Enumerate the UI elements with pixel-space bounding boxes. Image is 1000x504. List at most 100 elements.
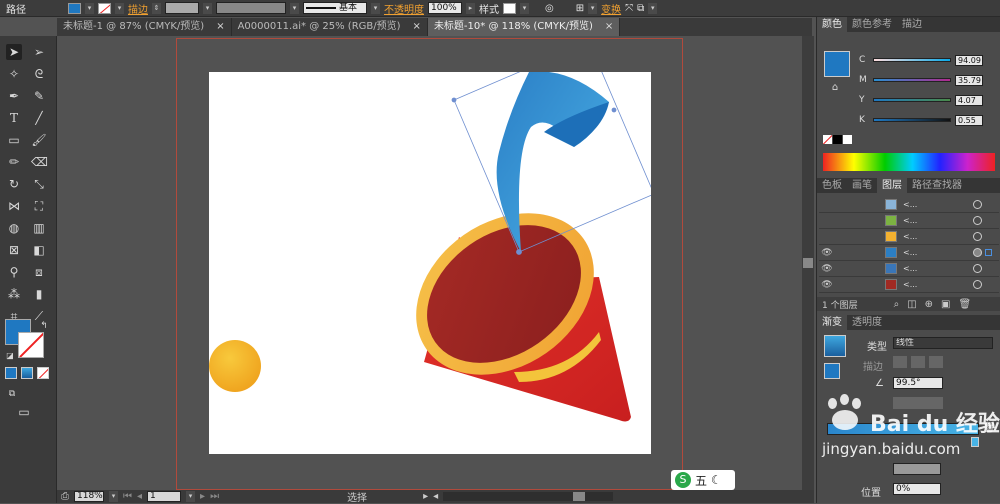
paintbrush-tool-icon[interactable]: 🖌 bbox=[31, 132, 47, 148]
chart-tool-icon[interactable]: ▥ bbox=[31, 220, 47, 236]
eye-icon[interactable]: 👁 bbox=[819, 264, 835, 274]
tab-stroke[interactable]: 描边 bbox=[897, 17, 927, 32]
stroke-weight-dropdown-icon[interactable]: ▾ bbox=[203, 2, 212, 14]
layer-row[interactable]: 👁 <... bbox=[819, 277, 999, 293]
variable-width-dropdown-icon[interactable]: ▾ bbox=[290, 2, 299, 14]
cyan-value-field[interactable]: 94.09 bbox=[955, 54, 983, 66]
transform-icon[interactable]: ⤧ bbox=[625, 3, 633, 14]
eyedropper-tool-icon[interactable]: ⚲ bbox=[6, 264, 22, 280]
out-of-gamut-icon[interactable]: ⌂ bbox=[827, 80, 843, 96]
status-menu-icon[interactable]: ▸ bbox=[423, 491, 428, 502]
gradient-tool-icon[interactable]: ◧ bbox=[31, 242, 47, 258]
opacity-field[interactable]: 100% bbox=[428, 2, 462, 14]
previous-artboard-icon[interactable]: ◂ bbox=[137, 491, 142, 502]
scale-tool-icon[interactable]: ⤡ bbox=[31, 176, 47, 192]
zoom-dropdown-icon[interactable]: ▾ bbox=[109, 491, 118, 502]
gradient-slider[interactable] bbox=[827, 423, 979, 435]
new-layer-icon[interactable]: ▣ bbox=[941, 299, 950, 310]
tab-gradient[interactable]: 渐变 bbox=[817, 315, 847, 330]
opacity-stop-field[interactable] bbox=[893, 463, 941, 475]
layer-row[interactable]: 👁 <... bbox=[819, 261, 999, 277]
stroke-gradient-along[interactable] bbox=[911, 356, 925, 368]
gradient-stop[interactable] bbox=[971, 437, 979, 447]
stroke-label[interactable]: 描边 bbox=[128, 1, 148, 16]
mesh-tool-icon[interactable]: ⊠ bbox=[6, 242, 22, 258]
document-tab-2[interactable]: A0000011.ai* @ 25% (RGB/预览) × bbox=[232, 18, 428, 36]
target-icon[interactable] bbox=[973, 280, 982, 289]
tab-color-guide[interactable]: 颜色参考 bbox=[847, 17, 897, 32]
line-tool-icon[interactable]: ╱ bbox=[31, 110, 47, 126]
document-info-icon[interactable]: ⎙ bbox=[61, 491, 69, 502]
column-graph-tool-icon[interactable]: ▮ bbox=[31, 286, 47, 302]
tab-swatches[interactable]: 色板 bbox=[817, 178, 847, 193]
eye-icon[interactable]: 👁 bbox=[819, 248, 835, 258]
aspect-ratio-field[interactable] bbox=[893, 397, 943, 409]
artboard-dropdown-icon[interactable]: ▾ bbox=[186, 491, 196, 502]
delete-stop-icon[interactable]: 🗑 bbox=[983, 423, 996, 434]
position-field[interactable]: 0% bbox=[893, 483, 941, 495]
layer-row[interactable]: <... bbox=[819, 229, 999, 245]
opacity-label[interactable]: 不透明度 bbox=[384, 1, 424, 16]
rectangle-tool-icon[interactable]: ▭ bbox=[6, 132, 22, 148]
stroke-weight-field[interactable] bbox=[165, 2, 199, 14]
screen-mode-icon[interactable]: ▭ bbox=[16, 404, 32, 420]
ime-indicator[interactable]: S 五 ☾ bbox=[671, 470, 735, 490]
scroll-left-icon[interactable]: ◂ bbox=[433, 491, 438, 502]
target-icon[interactable] bbox=[973, 264, 982, 273]
curvature-tool-icon[interactable]: ✎ bbox=[31, 88, 47, 104]
recolor-icon[interactable]: ◎ bbox=[545, 3, 554, 14]
style-swatch[interactable] bbox=[503, 2, 516, 14]
style-dropdown-icon[interactable]: ▾ bbox=[520, 2, 529, 14]
gradient-angle-field[interactable]: 99.5° bbox=[893, 377, 943, 389]
magic-wand-tool-icon[interactable]: ✧ bbox=[6, 66, 22, 82]
rotate-tool-icon[interactable]: ↻ bbox=[6, 176, 22, 192]
layer-row[interactable]: <... bbox=[819, 213, 999, 229]
swap-colors-icon[interactable]: ↰ bbox=[36, 318, 52, 334]
target-icon[interactable] bbox=[973, 216, 982, 225]
target-icon[interactable] bbox=[973, 200, 982, 209]
color-spectrum[interactable] bbox=[823, 153, 995, 171]
black-slider[interactable] bbox=[873, 118, 951, 122]
white-swatch[interactable] bbox=[843, 135, 852, 144]
horizontal-scrollbar[interactable] bbox=[443, 492, 614, 501]
stroke-weight-stepper[interactable]: ⇕ bbox=[152, 2, 161, 14]
symbol-sprayer-tool-icon[interactable]: ⁂ bbox=[6, 286, 22, 302]
color-mode-button[interactable] bbox=[5, 367, 17, 379]
black-swatch[interactable] bbox=[833, 135, 842, 144]
arrange-dropdown-icon[interactable]: ▾ bbox=[648, 2, 658, 14]
pen-tool-icon[interactable]: ✒ bbox=[6, 88, 22, 104]
close-icon[interactable]: × bbox=[605, 18, 613, 36]
type-tool-icon[interactable]: T bbox=[6, 110, 22, 126]
delete-layer-icon[interactable]: 🗑 bbox=[959, 299, 972, 310]
close-icon[interactable]: × bbox=[216, 18, 224, 36]
color-panel-fill-swatch[interactable] bbox=[824, 51, 850, 77]
first-artboard-icon[interactable]: ⏮ bbox=[123, 491, 132, 502]
target-icon[interactable] bbox=[973, 232, 982, 241]
stroke-gradient-across[interactable] bbox=[929, 356, 943, 368]
fill-swatch[interactable] bbox=[68, 2, 81, 14]
align-icon[interactable]: ⊞ bbox=[576, 3, 584, 14]
stroke-dropdown-icon[interactable]: ▾ bbox=[115, 2, 124, 14]
tab-transparency[interactable]: 透明度 bbox=[847, 315, 887, 330]
locate-object-icon[interactable]: ⌕ bbox=[894, 299, 900, 310]
arrange-icon[interactable]: ⧉ bbox=[637, 3, 644, 14]
black-value-field[interactable]: 0.55 bbox=[955, 114, 983, 126]
tab-brushes[interactable]: 画笔 bbox=[847, 178, 877, 193]
artboard-number-field[interactable]: 1 bbox=[147, 491, 182, 502]
stroke-profile-field[interactable]: 基本 bbox=[303, 2, 367, 14]
magenta-slider[interactable] bbox=[873, 78, 951, 82]
selection-tool-icon[interactable]: ➤ bbox=[6, 44, 22, 60]
pencil-tool-icon[interactable]: ✏ bbox=[6, 154, 22, 170]
layer-row[interactable]: 👁 <... bbox=[819, 245, 999, 261]
blend-tool-icon[interactable]: ⧈ bbox=[31, 264, 47, 280]
variable-width-field[interactable] bbox=[216, 2, 286, 14]
tab-color[interactable]: 颜色 bbox=[817, 17, 847, 32]
transform-label[interactable]: 变换 bbox=[601, 1, 621, 16]
none-mode-button[interactable] bbox=[37, 367, 49, 379]
none-swatch[interactable] bbox=[823, 135, 832, 144]
free-transform-tool-icon[interactable]: ⛶ bbox=[31, 198, 47, 214]
gradient-preview-swatch[interactable] bbox=[824, 335, 846, 357]
scroll-thumb[interactable] bbox=[803, 258, 813, 268]
clipping-mask-icon[interactable]: ◫ bbox=[907, 299, 916, 310]
stroke-profile-dropdown-icon[interactable]: ▾ bbox=[371, 2, 380, 14]
